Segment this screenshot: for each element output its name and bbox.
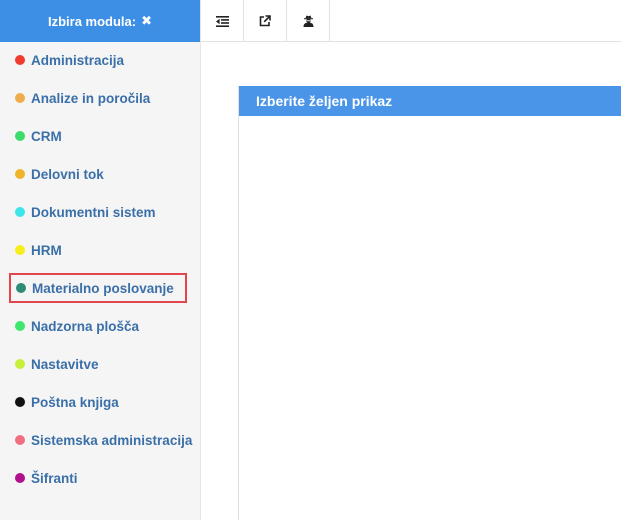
module-color-dot-icon (15, 169, 25, 179)
module-label: Administracija (31, 52, 125, 68)
module-selector-header[interactable]: Izbira modula: ✖ (0, 0, 200, 42)
module-label: Nadzorna plošča (31, 318, 140, 334)
module-label: CRM (31, 128, 62, 144)
module-color-dot-icon (16, 283, 26, 293)
module-color-dot-icon (15, 321, 25, 331)
module-item[interactable]: Šifranti (9, 465, 84, 491)
module-label: HRM (31, 242, 62, 258)
module-item[interactable]: Nastavitve (9, 351, 105, 377)
module-item[interactable]: CRM (9, 123, 68, 149)
module-item[interactable]: Analize in poročila (9, 85, 156, 111)
external-link-icon (259, 15, 271, 27)
module-label: Delovni tok (31, 166, 104, 182)
module-color-dot-icon (15, 435, 25, 445)
module-color-dot-icon (15, 55, 25, 65)
module-color-dot-icon (15, 207, 25, 217)
module-label: Poštna knjiga (31, 394, 119, 410)
user-secret-icon (303, 15, 313, 27)
module-item[interactable]: Administracija (9, 47, 130, 73)
module-item[interactable]: Nadzorna plošča (9, 313, 145, 339)
open-external-button[interactable] (244, 0, 287, 42)
module-label: Dokumentni sistem (31, 204, 156, 220)
module-color-dot-icon (15, 359, 25, 369)
module-color-dot-icon (15, 397, 25, 407)
module-color-dot-icon (15, 131, 25, 141)
module-label: Analize in poročila (31, 90, 151, 106)
user-incognito-button[interactable] (287, 0, 330, 42)
module-color-dot-icon (15, 245, 25, 255)
module-label: Šifranti (31, 470, 78, 486)
module-selector-label: Izbira modula: (47, 13, 137, 29)
module-color-dot-icon (15, 93, 25, 103)
module-item[interactable]: Poštna knjiga (9, 389, 125, 415)
view-selection-panel: Izberite željen prikaz (238, 86, 621, 520)
outdent-icon (215, 15, 229, 27)
module-item[interactable]: Dokumentni sistem (9, 199, 162, 225)
toggle-sidebar-button[interactable] (201, 0, 244, 42)
module-sidebar: Izbira modula: ✖ Administracija Analize i… (0, 0, 201, 520)
module-label: Sistemska administracija (31, 432, 193, 448)
module-item[interactable]: HRM (9, 237, 68, 263)
module-item[interactable]: Materialno poslovanje (9, 273, 187, 303)
module-item[interactable]: Delovni tok (9, 161, 110, 187)
close-icon[interactable]: ✖ (141, 13, 152, 29)
module-label: Materialno poslovanje (32, 280, 174, 296)
panel-title: Izberite željen prikaz (239, 86, 621, 116)
module-label: Nastavitve (31, 356, 99, 372)
module-color-dot-icon (15, 473, 25, 483)
top-toolbar (201, 0, 621, 42)
module-item[interactable]: Sistemska administracija (9, 427, 198, 453)
